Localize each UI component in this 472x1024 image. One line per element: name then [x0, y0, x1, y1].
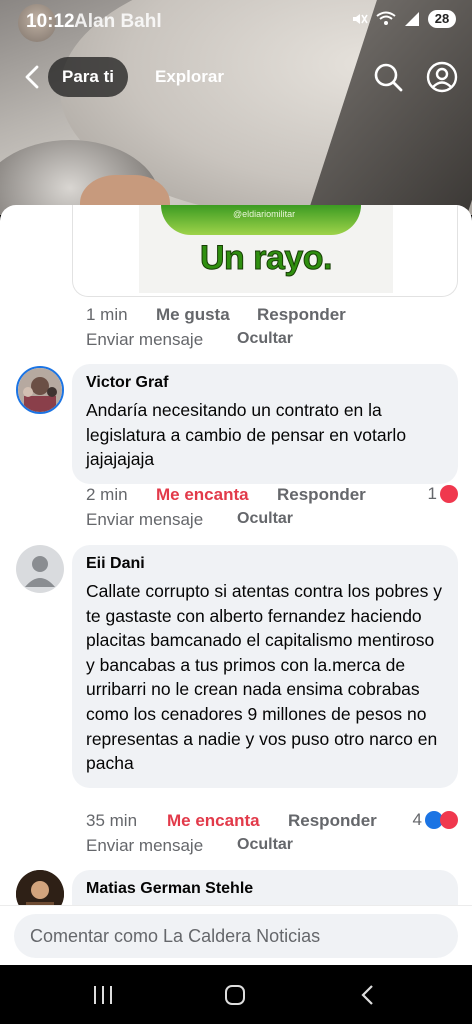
- comment-time: 35 min: [86, 811, 138, 830]
- signal-icon: [405, 12, 419, 26]
- status-icons: 28: [350, 10, 456, 28]
- comment-text: Callate corrupto si atentas contra los p…: [86, 581, 443, 774]
- reaction-count[interactable]: 4: [413, 810, 458, 830]
- hide-button[interactable]: Ocultar: [237, 836, 293, 854]
- comment-bubble: Eii Dani Callate corrupto si atentas con…: [72, 545, 458, 788]
- sticker-watermark: @eldiariomilitar: [233, 209, 296, 219]
- status-bar: 10:12 Alan Bahl 28: [0, 0, 472, 44]
- reaction-button[interactable]: Me encanta: [167, 811, 260, 831]
- reply-button[interactable]: Responder: [257, 305, 346, 325]
- comment-author[interactable]: Victor Graf: [86, 374, 444, 392]
- sticker-image: @eldiariomilitar Un rayo.: [139, 205, 393, 293]
- avatar[interactable]: [16, 366, 64, 414]
- reaction-count-value: 1: [427, 484, 437, 503]
- comment-time: 2 min: [86, 485, 128, 504]
- send-message-button[interactable]: Enviar mensaje: [86, 510, 203, 530]
- comment-time: 1 min: [86, 305, 128, 324]
- hide-button[interactable]: Ocultar: [237, 330, 293, 348]
- send-message-button[interactable]: Enviar mensaje: [86, 836, 203, 856]
- comment-author[interactable]: Matias German Stehle: [86, 880, 444, 898]
- profile-icon[interactable]: [426, 61, 458, 93]
- avatar[interactable]: [16, 545, 64, 593]
- comment-composer: Comentar como La Caldera Noticias: [0, 905, 472, 965]
- reaction-button[interactable]: Me encanta: [156, 485, 249, 505]
- back-nav-icon[interactable]: [357, 984, 379, 1006]
- reply-button[interactable]: Responder: [277, 485, 366, 505]
- sticker-comment-card: @eldiariomilitar Un rayo.: [72, 205, 458, 297]
- comment-bubble: Victor Graf Andaría necesitando un contr…: [72, 364, 458, 484]
- heart-icon: [440, 811, 458, 829]
- status-time: 10:12: [26, 11, 75, 32]
- reply-button[interactable]: Responder: [288, 811, 377, 831]
- send-message-button[interactable]: Enviar mensaje: [86, 330, 203, 350]
- wifi-icon: [376, 11, 396, 25]
- top-nav: Para ti Explorar: [0, 56, 472, 98]
- comments-sheet: @eldiariomilitar Un rayo. 1 min Me gusta…: [0, 205, 472, 965]
- back-arrow-icon[interactable]: [18, 62, 48, 92]
- sticker-text: Un rayo.: [199, 239, 333, 278]
- hide-button[interactable]: Ocultar: [237, 510, 293, 528]
- battery-indicator: 28: [428, 10, 456, 28]
- recents-icon[interactable]: [92, 984, 114, 1006]
- comment-text: Andaría necesitando un contrato en la le…: [86, 400, 407, 470]
- heart-icon: [440, 485, 458, 503]
- comment-author[interactable]: Eii Dani: [86, 555, 444, 573]
- reaction-count-value: 4: [412, 810, 422, 829]
- tab-explorar[interactable]: Explorar: [155, 57, 224, 97]
- like-button[interactable]: Me gusta: [156, 305, 230, 325]
- home-icon[interactable]: [224, 984, 246, 1006]
- search-icon[interactable]: [372, 61, 404, 93]
- reaction-count[interactable]: 1: [428, 484, 458, 504]
- status-account-name: Alan Bahl: [74, 11, 162, 32]
- mute-icon: [353, 14, 368, 24]
- tab-para-ti[interactable]: Para ti: [48, 57, 128, 97]
- system-nav-bar: [0, 965, 472, 1024]
- comment-input[interactable]: Comentar como La Caldera Noticias: [14, 914, 458, 958]
